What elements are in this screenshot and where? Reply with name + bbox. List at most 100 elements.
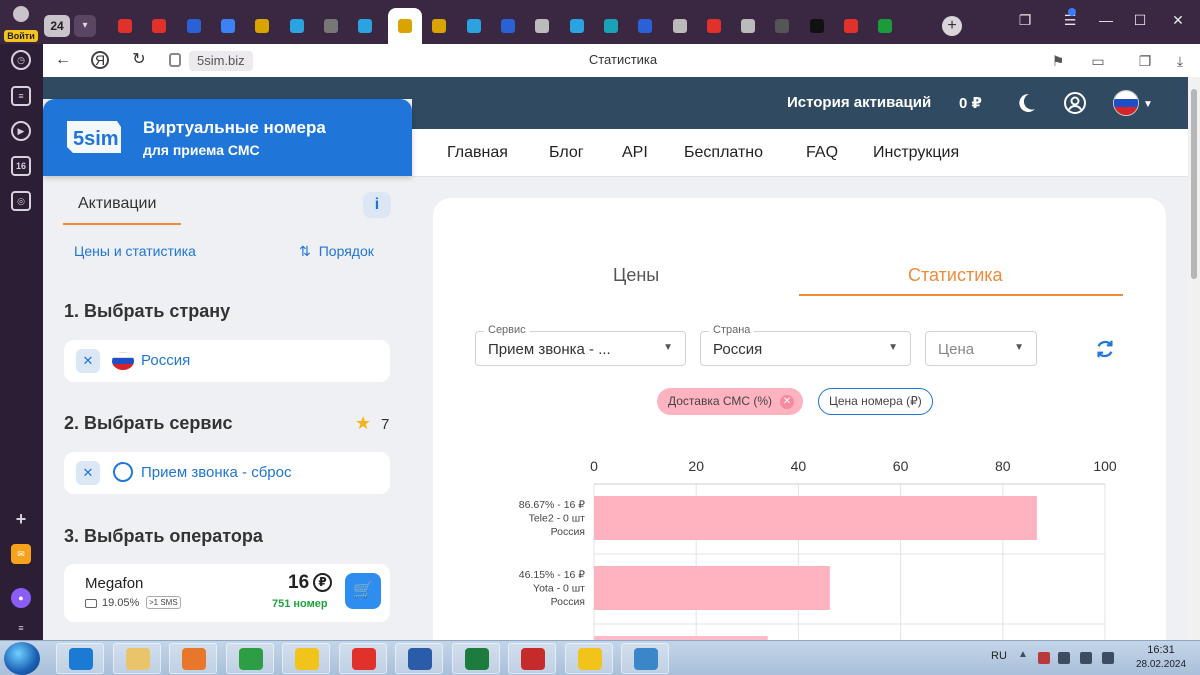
browser-tab[interactable] (463, 14, 485, 38)
sidebar-settings-icon[interactable]: ≡ (11, 620, 31, 640)
scrollbar-thumb[interactable] (1191, 89, 1197, 279)
browser-tab[interactable] (497, 14, 519, 38)
language-indicator[interactable]: RU (991, 650, 1007, 662)
balance-value[interactable]: 0 ₽ (959, 94, 982, 112)
nav-free[interactable]: Бесплатно (684, 144, 763, 162)
tab-statistics[interactable]: Статистика (908, 265, 1003, 286)
clock-date[interactable]: 28.02.2024 (1126, 659, 1196, 670)
taskbar-app-button[interactable] (56, 643, 104, 674)
buy-cart-button[interactable]: 🛒 (345, 573, 381, 609)
clock-time[interactable]: 16:31 (1126, 644, 1196, 656)
language-flag-icon[interactable] (1113, 90, 1139, 116)
browser-tab[interactable] (286, 14, 308, 38)
browser-tab[interactable] (840, 14, 862, 38)
tv-icon[interactable]: 16 (11, 156, 31, 176)
browser-tab[interactable] (148, 14, 170, 38)
mail-app-icon[interactable]: ✉ (11, 544, 31, 564)
favorites-star-icon[interactable]: ★ (355, 413, 371, 434)
collections-icon[interactable]: ❐ (1015, 10, 1035, 30)
taskbar-app-button[interactable] (225, 643, 274, 674)
taskbar-app-button[interactable] (282, 643, 330, 674)
browser-tab[interactable] (703, 14, 725, 38)
reading-list-icon[interactable]: ❐ (1135, 51, 1155, 71)
browser-tab[interactable] (669, 14, 691, 38)
notes-icon[interactable]: ≡ (11, 86, 31, 106)
nav-blog[interactable]: Блог (549, 144, 584, 162)
bookmark-icon[interactable]: ⚑ (1048, 51, 1068, 71)
nav-api[interactable]: API (622, 144, 648, 162)
tray-expand-icon[interactable]: ▲ (1018, 649, 1030, 661)
browser-tab[interactable] (531, 14, 553, 38)
browser-tab[interactable] (737, 14, 759, 38)
site-logo-card[interactable]: 5sim Виртуальные номера для приема СМС (43, 99, 412, 176)
screenshot-icon[interactable]: ◎ (11, 191, 31, 211)
taskbar-app-button[interactable] (621, 643, 669, 674)
tabs-dropdown-icon[interactable]: ▾ (74, 15, 96, 37)
browser-tab[interactable] (251, 14, 273, 38)
service-select[interactable]: Сервис Прием звонка - ... ▼ (475, 324, 686, 366)
refresh-icon[interactable] (1094, 338, 1116, 360)
remove-chip-icon[interactable]: ✕ (780, 395, 795, 409)
close-window-button[interactable]: ✕ (1168, 10, 1188, 30)
price-select[interactable]: Цена ▼ (925, 331, 1037, 366)
browser-tab[interactable] (354, 14, 376, 38)
tray-security-icon[interactable] (1038, 652, 1050, 664)
nav-instructions[interactable]: Инструкция (873, 144, 959, 162)
back-icon[interactable]: ← (53, 50, 73, 70)
country-select[interactable]: Страна Россия ▼ (700, 324, 911, 366)
selected-service[interactable]: ✕ Прием звонка - сброс (64, 452, 390, 494)
taskbar-app-button[interactable] (338, 643, 387, 674)
browser-tab[interactable] (183, 14, 205, 38)
dark-mode-icon[interactable] (1014, 91, 1038, 115)
minimize-button[interactable]: — (1096, 10, 1116, 30)
taskbar-app-button[interactable] (395, 643, 443, 674)
reload-icon[interactable]: ↻ (129, 50, 149, 70)
browser-tab[interactable] (874, 14, 896, 38)
maximize-button[interactable]: ☐ (1130, 10, 1150, 30)
browser-tab[interactable] (428, 14, 450, 38)
number-price-chip[interactable]: Цена номера (₽) (818, 388, 933, 415)
play-icon[interactable]: ▶ (11, 121, 31, 141)
user-profile-icon[interactable] (1063, 91, 1087, 115)
nav-home[interactable]: Главная (447, 144, 508, 162)
selected-country[interactable]: ✕ Россия (64, 340, 390, 382)
lock-icon[interactable] (169, 53, 181, 67)
download-icon[interactable]: ⤓ (1170, 51, 1190, 71)
taskbar-app-button[interactable] (508, 643, 556, 674)
url-domain[interactable]: 5sim.biz (189, 51, 253, 71)
browser-tab[interactable] (634, 14, 656, 38)
clear-country-icon[interactable]: ✕ (76, 349, 100, 373)
yandex-home-icon[interactable]: Я (91, 51, 109, 69)
tray-volume-icon[interactable] (1102, 652, 1114, 664)
profile-button[interactable]: Войти (4, 4, 38, 42)
history-icon[interactable]: ◷ (11, 50, 31, 70)
activation-history-link[interactable]: История активаций (787, 94, 931, 111)
extensions-icon[interactable]: ▭ (1088, 51, 1108, 71)
tab-activations[interactable]: Активации (78, 195, 156, 213)
browser-tab[interactable] (806, 14, 828, 38)
sort-order-button[interactable]: ⇅ Порядок (299, 243, 374, 260)
nav-faq[interactable]: FAQ (806, 144, 838, 162)
new-tab-button[interactable]: + (942, 16, 962, 36)
tab-prices[interactable]: Цены (613, 265, 659, 286)
favorites-count[interactable]: 7 (381, 416, 389, 433)
page-scrollbar[interactable] (1188, 77, 1200, 640)
browser-tab[interactable] (600, 14, 622, 38)
delivery-rate-chip[interactable]: Доставка СМС (%) ✕ (657, 388, 804, 415)
taskbar-app-button[interactable] (169, 643, 217, 674)
prices-statistics-link[interactable]: Цены и статистика (74, 243, 196, 259)
start-button[interactable] (4, 642, 40, 675)
browser-tab[interactable] (771, 14, 793, 38)
taskbar-app-button[interactable] (451, 643, 500, 674)
add-panel-icon[interactable]: + (11, 510, 31, 531)
browser-tab[interactable] (114, 14, 136, 38)
tray-network-icon[interactable] (1080, 652, 1092, 664)
tab-count-badge[interactable]: 24 (44, 15, 70, 37)
clear-service-icon[interactable]: ✕ (76, 461, 100, 485)
browser-tab[interactable] (388, 8, 423, 44)
taskbar-app-button[interactable] (112, 643, 161, 674)
language-dropdown-icon[interactable]: ▼ (1143, 99, 1153, 110)
alice-icon[interactable]: ● (11, 588, 31, 608)
browser-tab[interactable] (320, 14, 342, 38)
tray-device-icon[interactable] (1058, 652, 1070, 664)
